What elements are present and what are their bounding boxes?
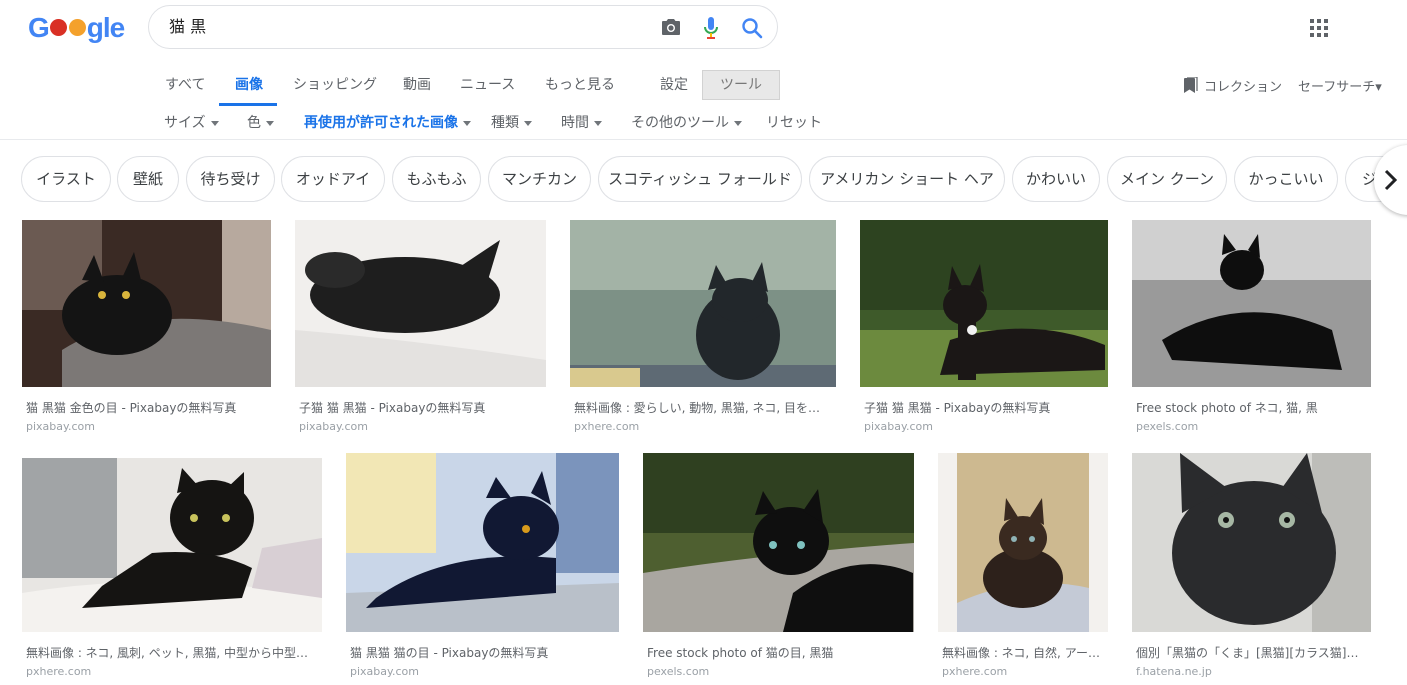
result-source[interactable]: pixabay.com xyxy=(860,420,1108,433)
chip-cute[interactable]: かわいい xyxy=(1012,156,1100,202)
chevron-down-icon xyxy=(463,120,471,126)
result-caption[interactable]: 猫 黒猫 猫の目 - Pixabayの無料写真 xyxy=(346,644,619,661)
chevron-down-icon xyxy=(734,120,742,126)
filter-size[interactable]: サイズ xyxy=(164,112,219,132)
apps-grid-icon[interactable] xyxy=(1310,19,1328,37)
result-card[interactable]: Free stock photo of ネコ, 猫, 黒 pexels.com xyxy=(1132,220,1371,433)
result-card[interactable]: 子猫 猫 黒猫 - Pixabayの無料写真 pixabay.com xyxy=(295,220,546,433)
filter-time[interactable]: 時間 xyxy=(561,112,602,132)
microphone-icon[interactable] xyxy=(703,16,719,40)
tab-settings[interactable]: 設定 xyxy=(660,76,688,96)
result-caption[interactable]: 猫 黒猫 金色の目 - Pixabayの無料写真 xyxy=(22,399,271,416)
result-source[interactable]: f.hatena.ne.jp xyxy=(1132,665,1371,678)
logo-g: G xyxy=(28,12,50,43)
chip-lockscreen[interactable]: 待ち受け xyxy=(186,156,275,202)
result-image[interactable] xyxy=(938,453,1108,632)
result-image[interactable] xyxy=(643,453,914,632)
result-caption[interactable]: 無料画像 : 愛らしい, 動物, 黒猫, ネコ, 目を… xyxy=(570,399,824,416)
result-image[interactable] xyxy=(22,458,322,632)
google-logo[interactable]: Ggle xyxy=(28,12,125,44)
result-caption[interactable]: 子猫 猫 黒猫 - Pixabayの無料写真 xyxy=(860,399,1108,416)
safesearch-menu[interactable]: セーフサーチ▾ xyxy=(1298,76,1382,95)
result-source[interactable]: pexels.com xyxy=(643,665,914,678)
result-image[interactable] xyxy=(860,220,1108,387)
result-image[interactable] xyxy=(1132,453,1371,632)
filter-reset[interactable]: リセット xyxy=(766,112,822,132)
chevron-down-icon xyxy=(594,120,602,126)
tab-all[interactable]: すべて xyxy=(165,76,205,96)
collection-label: コレクション xyxy=(1204,80,1283,95)
chevron-down-icon xyxy=(210,120,219,126)
filter-color[interactable]: 色 xyxy=(247,112,274,132)
result-caption[interactable]: Free stock photo of 猫の目, 黒猫 xyxy=(643,644,914,661)
header-divider xyxy=(0,139,1407,140)
result-source[interactable]: pxhere.com xyxy=(22,665,322,678)
result-card[interactable]: 猫 黒猫 猫の目 - Pixabayの無料写真 pixabay.com xyxy=(346,453,619,678)
chevron-right-icon xyxy=(1384,169,1398,191)
result-image[interactable] xyxy=(295,220,546,387)
filter-more-tools[interactable]: その他のツール xyxy=(631,112,742,132)
result-card[interactable]: 無料画像 : 愛らしい, 動物, 黒猫, ネコ, 目を… pxhere.com xyxy=(570,220,836,433)
filter-more-tools-label: その他のツール xyxy=(631,115,729,131)
camera-icon[interactable] xyxy=(661,18,681,36)
filter-size-label: サイズ xyxy=(164,115,206,131)
chip-wallpaper[interactable]: 壁紙 xyxy=(117,156,179,202)
filter-usage-rights[interactable]: 再使用が許可された画像 xyxy=(304,112,471,132)
chip-scottish-fold[interactable]: スコティッシュ フォールド xyxy=(598,156,802,202)
result-image[interactable] xyxy=(346,453,619,632)
result-card[interactable]: 無料画像 : ネコ, 風刺, ペット, 黒猫, 中型から中型… pxhere.c… xyxy=(22,458,322,678)
logo-gle: gle xyxy=(86,12,125,43)
result-card[interactable]: 猫 黒猫 金色の目 - Pixabayの無料写真 pixabay.com xyxy=(22,220,271,433)
result-source[interactable]: pexels.com xyxy=(1132,420,1371,433)
tab-images[interactable]: 画像 xyxy=(235,76,263,96)
result-caption[interactable]: Free stock photo of ネコ, 猫, 黒 xyxy=(1132,399,1371,416)
search-box[interactable]: 猫 黒 xyxy=(148,5,778,49)
result-caption[interactable]: 個別「黒猫の「くま」[黒猫][カラス猫]… xyxy=(1132,644,1369,661)
collection-link[interactable]: コレクション xyxy=(1184,76,1282,95)
tab-videos[interactable]: 動画 xyxy=(403,76,431,96)
tab-more[interactable]: もっと見る xyxy=(545,76,615,96)
result-image[interactable] xyxy=(570,220,836,387)
active-tab-indicator xyxy=(219,103,277,106)
tab-shopping[interactable]: ショッピング xyxy=(293,76,377,96)
result-card[interactable]: Free stock photo of 猫の目, 黒猫 pexels.com xyxy=(643,453,914,678)
result-card[interactable]: 個別「黒猫の「くま」[黒猫][カラス猫]… f.hatena.ne.jp xyxy=(1132,453,1371,678)
result-image[interactable] xyxy=(1132,220,1371,387)
tools-button[interactable]: ツール xyxy=(702,70,780,100)
chip-odd-eye[interactable]: オッドアイ xyxy=(281,156,385,202)
result-image[interactable] xyxy=(22,220,271,387)
result-card[interactable]: 無料画像 : ネコ, 自然, アー… pxhere.com xyxy=(938,453,1108,678)
filter-type[interactable]: 種類 xyxy=(491,112,532,132)
logo-doodle-o2 xyxy=(68,19,86,36)
result-source[interactable]: pxhere.com xyxy=(938,665,1108,678)
tab-news[interactable]: ニュース xyxy=(460,76,515,96)
result-caption[interactable]: 無料画像 : ネコ, 自然, アー… xyxy=(938,644,1108,661)
filter-time-label: 時間 xyxy=(561,115,589,131)
chevron-down-icon xyxy=(266,120,274,126)
chip-maine-coon[interactable]: メイン クーン xyxy=(1107,156,1227,202)
chip-american-shorthair[interactable]: アメリカン ショート ヘア xyxy=(809,156,1005,202)
filter-type-label: 種類 xyxy=(491,115,519,131)
chip-fluffy[interactable]: もふもふ xyxy=(392,156,481,202)
result-card[interactable]: 子猫 猫 黒猫 - Pixabayの無料写真 pixabay.com xyxy=(860,220,1108,433)
chip-munchkin[interactable]: マンチカン xyxy=(488,156,591,202)
search-input[interactable]: 猫 黒 xyxy=(169,6,206,50)
result-caption[interactable]: 無料画像 : ネコ, 風刺, ペット, 黒猫, 中型から中型… xyxy=(22,644,316,661)
chip-illustration[interactable]: イラスト xyxy=(21,156,111,202)
result-caption[interactable]: 子猫 猫 黒猫 - Pixabayの無料写真 xyxy=(295,399,546,416)
result-source[interactable]: pixabay.com xyxy=(295,420,546,433)
logo-doodle-o1 xyxy=(49,19,67,36)
bookmark-icon xyxy=(1184,76,1198,93)
search-icon[interactable] xyxy=(741,17,763,39)
chip-cool[interactable]: かっこいい xyxy=(1234,156,1338,202)
filter-usage-rights-label: 再使用が許可された画像 xyxy=(304,115,458,131)
filter-color-label: 色 xyxy=(247,115,261,131)
result-source[interactable]: pixabay.com xyxy=(346,665,619,678)
result-source[interactable]: pixabay.com xyxy=(22,420,271,433)
chevron-down-icon xyxy=(524,120,532,126)
result-source[interactable]: pxhere.com xyxy=(570,420,836,433)
